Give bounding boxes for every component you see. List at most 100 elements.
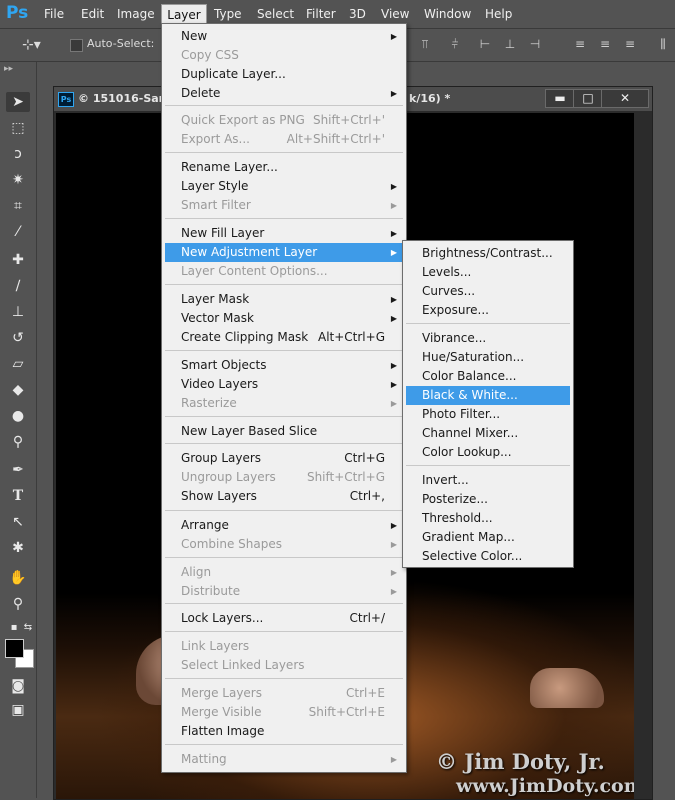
restore-icon: □ <box>582 91 594 105</box>
eraser-tool-icon[interactable]: ▱ <box>8 354 28 374</box>
adjustment-item-brightness-contrast[interactable]: Brightness/Contrast... <box>406 244 570 263</box>
marquee-tool-icon[interactable]: ⬚ <box>8 118 28 138</box>
dodge-tool-icon[interactable]: ⚲ <box>8 432 28 452</box>
move-tool-icon[interactable]: ➤ <box>6 92 30 112</box>
adjustment-item-color-balance[interactable]: Color Balance... <box>406 367 570 386</box>
foreground-color-swatch[interactable] <box>5 639 24 658</box>
distribute-left-icon[interactable]: ⫼ <box>656 37 670 51</box>
menu-image[interactable]: Image <box>113 4 159 24</box>
menu-3d[interactable]: 3D <box>345 4 370 24</box>
brush-tool-icon[interactable]: ∕ <box>8 276 28 296</box>
path-selection-tool-icon[interactable]: ↖ <box>8 512 28 532</box>
layer-menu-item-smart-objects[interactable]: Smart Objects ▶ <box>165 356 403 375</box>
menu-filter[interactable]: Filter <box>302 4 340 24</box>
distribute-bottom-icon[interactable]: ≡ <box>623 37 637 51</box>
zoom-tool-icon[interactable]: ⚲ <box>8 594 28 614</box>
layer-menu-item-layer-style[interactable]: Layer Style ▶ <box>165 177 403 196</box>
menu-help[interactable]: Help <box>481 4 516 24</box>
adjustment-item-invert[interactable]: Invert... <box>406 471 570 490</box>
quick-mask-icon[interactable]: ◙ <box>8 676 28 696</box>
close-icon: ✕ <box>619 91 631 105</box>
blur-tool-icon[interactable]: ● <box>8 406 28 426</box>
minimize-button[interactable]: ▬ <box>545 89 575 108</box>
adjustment-item-posterize[interactable]: Posterize... <box>406 490 570 509</box>
layer-menu-item-matting: Matting ▶ <box>165 750 403 769</box>
menu-layer[interactable]: Layer <box>161 4 207 24</box>
adjustment-item-selective-color[interactable]: Selective Color... <box>406 547 570 566</box>
distribute-top-icon[interactable]: ≡ <box>573 37 587 51</box>
clone-stamp-tool-icon[interactable]: ⊥ <box>8 302 28 322</box>
layer-menu-item-rename-layer[interactable]: Rename Layer... <box>165 158 403 177</box>
menu-separator <box>165 284 403 285</box>
align-left-icon[interactable]: ⊢ <box>478 37 492 51</box>
adjustment-item-vibrance[interactable]: Vibrance... <box>406 329 570 348</box>
history-brush-tool-icon[interactable]: ↺ <box>8 328 28 348</box>
align-top-icon[interactable]: ⫪ <box>418 37 432 51</box>
move-tool-icon[interactable]: ⊹▾ <box>22 37 41 53</box>
layer-menu-item-show-layers[interactable]: Show Layers Ctrl+, <box>165 487 403 506</box>
layer-menu-item-new-layer-based-slice[interactable]: New Layer Based Slice <box>165 422 403 441</box>
menu-window[interactable]: Window <box>420 4 475 24</box>
layer-menu-item-flatten-image[interactable]: Flatten Image <box>165 722 403 741</box>
menu-file[interactable]: File <box>40 4 68 24</box>
adjustment-item-gradient-map[interactable]: Gradient Map... <box>406 528 570 547</box>
adjustment-item-threshold[interactable]: Threshold... <box>406 509 570 528</box>
menu-item-label: Align <box>181 565 212 579</box>
layer-menu-item-delete[interactable]: Delete ▶ <box>165 84 403 103</box>
menu-item-shortcut: Ctrl+G <box>344 451 385 465</box>
collapse-icon[interactable]: ▸▸ <box>4 64 13 74</box>
adjustment-item-exposure[interactable]: Exposure... <box>406 301 570 320</box>
menu-item-label: Color Lookup... <box>422 445 512 459</box>
restore-button[interactable]: □ <box>573 89 603 108</box>
layer-menu-item-combine-shapes: Combine Shapes ▶ <box>165 535 403 554</box>
paint-bucket-tool-icon[interactable]: ◆ <box>8 380 28 400</box>
submenu-arrow-icon: ▶ <box>390 295 397 304</box>
layer-menu-item-arrange[interactable]: Arrange ▶ <box>165 516 403 535</box>
hand-tool-icon[interactable]: ✋ <box>8 568 28 588</box>
submenu-arrow-icon: ▶ <box>390 89 397 98</box>
pen-tool-icon[interactable]: ✒ <box>8 460 28 480</box>
layer-menu-item-new[interactable]: New ▶ <box>165 27 403 46</box>
layer-menu-item-new-fill-layer[interactable]: New Fill Layer ▶ <box>165 224 403 243</box>
adjustment-item-photo-filter[interactable]: Photo Filter... <box>406 405 570 424</box>
submenu-arrow-icon: ▶ <box>390 587 397 596</box>
menu-item-label: Show Layers <box>181 489 257 503</box>
menu-edit[interactable]: Edit <box>77 4 108 24</box>
lasso-tool-icon[interactable]: ↄ <box>8 144 28 164</box>
adjustment-item-black-and-white[interactable]: Black & White... <box>406 386 570 405</box>
close-button[interactable]: ✕ <box>601 89 649 108</box>
adjustment-item-curves[interactable]: Curves... <box>406 282 570 301</box>
auto-select-checkbox[interactable] <box>70 39 83 52</box>
layer-menu-item-create-clipping-mask[interactable]: Create Clipping Mask Alt+Ctrl+G <box>165 328 403 347</box>
distribute-vcenter-icon[interactable]: ≡ <box>598 37 612 51</box>
type-tool-icon[interactable]: T <box>8 486 28 506</box>
layer-menu-item-layer-mask[interactable]: Layer Mask ▶ <box>165 290 403 309</box>
align-hcenter-icon[interactable]: ⊥ <box>503 37 517 51</box>
layer-menu-item-duplicate-layer[interactable]: Duplicate Layer... <box>165 65 403 84</box>
menu-view[interactable]: View <box>377 4 413 24</box>
menu-item-label: Arrange <box>181 518 229 532</box>
menu-item-shortcut: Alt+Shift+Ctrl+' <box>286 132 385 146</box>
swap-colors-icon[interactable]: ⇆ <box>18 618 38 638</box>
adjustment-item-channel-mixer[interactable]: Channel Mixer... <box>406 424 570 443</box>
crop-tool-icon[interactable]: ⌗ <box>8 196 28 216</box>
layer-menu-item-lock-layers[interactable]: Lock Layers... Ctrl+/ <box>165 609 403 628</box>
layer-menu-item-group-layers[interactable]: Group Layers Ctrl+G <box>165 449 403 468</box>
menu-separator <box>165 557 403 558</box>
layer-menu-item-video-layers[interactable]: Video Layers ▶ <box>165 375 403 394</box>
shape-tool-icon[interactable]: ✱ <box>8 538 28 558</box>
layer-menu-item-vector-mask[interactable]: Vector Mask ▶ <box>165 309 403 328</box>
adjustment-item-hue-saturation[interactable]: Hue/Saturation... <box>406 348 570 367</box>
eyedropper-tool-icon[interactable]: ⁄ <box>8 222 28 242</box>
menu-item-label: Layer Style <box>181 179 249 193</box>
align-right-icon[interactable]: ⊣ <box>528 37 542 51</box>
adjustment-item-levels[interactable]: Levels... <box>406 263 570 282</box>
screen-mode-icon[interactable]: ▣ <box>8 700 28 720</box>
magic-wand-tool-icon[interactable]: ✷ <box>8 170 28 190</box>
layer-menu-item-new-adjustment-layer[interactable]: New Adjustment Layer ▶ <box>165 243 403 262</box>
adjustment-item-color-lookup[interactable]: Color Lookup... <box>406 443 570 462</box>
healing-brush-tool-icon[interactable]: ✚ <box>8 250 28 270</box>
menu-type[interactable]: Type <box>210 4 246 24</box>
menu-select[interactable]: Select <box>253 4 298 24</box>
align-vcenter-icon[interactable]: ⫩ <box>448 37 462 51</box>
